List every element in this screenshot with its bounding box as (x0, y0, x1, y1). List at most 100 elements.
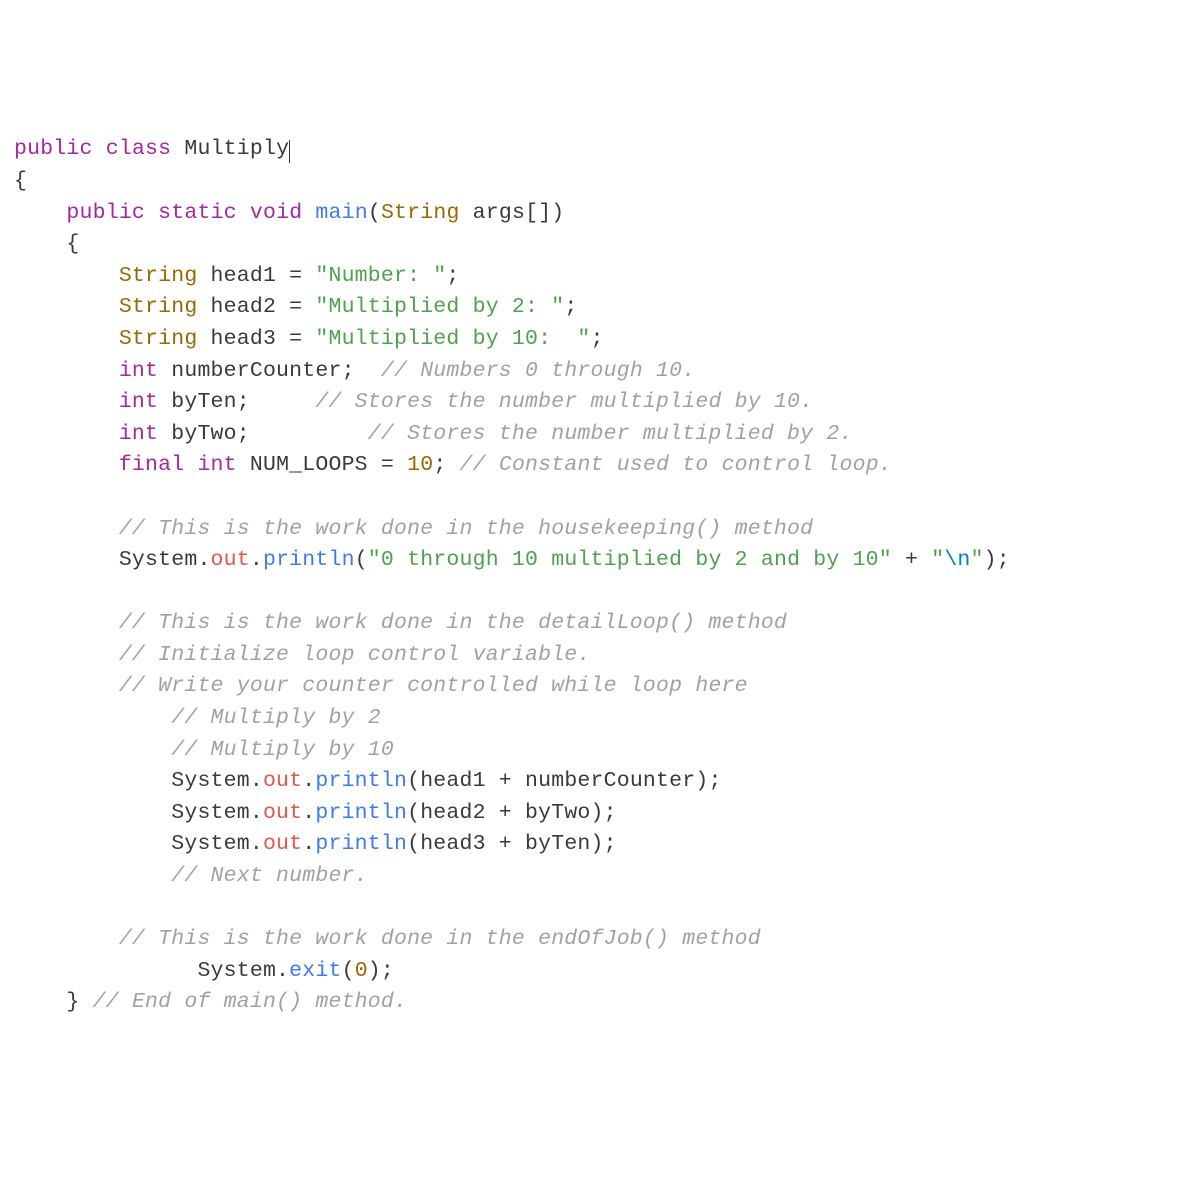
comment: // Stores the number multiplied by 2. (368, 422, 853, 446)
system: System. (171, 769, 263, 793)
method-main: main (315, 201, 367, 225)
comment: // Initialize loop control variable. (119, 643, 591, 667)
var-head2: head2 = (197, 295, 315, 319)
indent (14, 674, 119, 698)
keyword-final: final (119, 453, 185, 477)
comment: // Next number. (171, 864, 368, 888)
comment: // Numbers 0 through 10. (381, 359, 695, 383)
semi: ; (564, 295, 577, 319)
out-field: out (263, 769, 302, 793)
indent (14, 706, 171, 730)
indent (14, 738, 171, 762)
keyword-class: class (106, 137, 172, 161)
escape-newline: \n (944, 548, 970, 572)
text-cursor (289, 140, 290, 164)
keyword-static: static (158, 201, 237, 225)
comment: // Constant used to control loop. (460, 453, 892, 477)
indent (14, 327, 119, 351)
paren: ); (984, 548, 1010, 572)
semi: ; (446, 264, 459, 288)
type-string: String (119, 264, 198, 288)
keyword-int: int (119, 390, 158, 414)
string-quote: " (971, 548, 984, 572)
dot: . (250, 548, 263, 572)
comment: // This is the work done in the endOfJob… (119, 927, 761, 951)
system: System. (119, 548, 211, 572)
semi: ; (433, 453, 459, 477)
println-args: (head2 + byTwo); (407, 801, 617, 825)
keyword-void: void (250, 201, 302, 225)
type-string: String (119, 295, 198, 319)
keyword-int: int (119, 359, 158, 383)
out-field: out (211, 548, 250, 572)
out-field: out (263, 801, 302, 825)
dot: . (302, 801, 315, 825)
number-literal: 10 (407, 453, 433, 477)
println-args: (head3 + byTen); (407, 832, 617, 856)
number-literal: 0 (355, 959, 368, 983)
var-head3: head3 = (197, 327, 315, 351)
var-by-two: byTwo; (158, 422, 368, 446)
code-editor[interactable]: public class Multiply { public static vo… (14, 134, 1200, 1019)
println-call: println (263, 548, 355, 572)
println-call: println (315, 832, 407, 856)
indent (14, 422, 119, 446)
system: System. (171, 832, 263, 856)
comment: // This is the work done in the housekee… (119, 517, 813, 541)
paren: ( (355, 548, 368, 572)
indent (14, 264, 119, 288)
comment: // Multiply by 10 (171, 738, 394, 762)
indent (14, 359, 119, 383)
keyword-int: int (197, 453, 236, 477)
class-name: Multiply (184, 137, 289, 161)
comment: // Multiply by 2 (171, 706, 381, 730)
indent (14, 548, 119, 572)
keyword-int: int (119, 422, 158, 446)
var-by-ten: byTen; (158, 390, 315, 414)
indent (14, 517, 119, 541)
indent (14, 801, 171, 825)
comment: // Write your counter controlled while l… (119, 674, 748, 698)
indent (14, 295, 119, 319)
type-string: String (381, 201, 460, 225)
indent (14, 232, 66, 256)
indent (14, 390, 119, 414)
exit-call: exit (289, 959, 341, 983)
string-quote: " (931, 548, 944, 572)
brace-open: { (14, 169, 27, 193)
comment: // This is the work done in the detailLo… (119, 611, 787, 635)
dot: . (302, 832, 315, 856)
indent (14, 453, 119, 477)
println-args: (head1 + numberCounter); (407, 769, 721, 793)
system: System. (171, 801, 263, 825)
string-literal: "0 through 10 multiplied by 2 and by 10" (368, 548, 892, 572)
const-num-loops: NUM_LOOPS = (237, 453, 407, 477)
out-field: out (263, 832, 302, 856)
indent (14, 959, 197, 983)
semi: ; (591, 327, 604, 351)
param-args: args[] (460, 201, 552, 225)
indent (14, 864, 171, 888)
string-literal: "Multiplied by 10: " (315, 327, 590, 351)
string-literal: "Multiplied by 2: " (315, 295, 564, 319)
println-call: println (315, 801, 407, 825)
keyword-public: public (66, 201, 145, 225)
var-number-counter: numberCounter; (158, 359, 381, 383)
indent (14, 643, 119, 667)
dot: . (302, 769, 315, 793)
plus: + (892, 548, 931, 572)
brace-open: { (66, 232, 79, 256)
type-string: String (119, 327, 198, 351)
comment: // End of main() method. (93, 990, 407, 1014)
string-literal: "Number: " (315, 264, 446, 288)
indent (14, 769, 171, 793)
paren: ( (368, 201, 381, 225)
paren: ) (551, 201, 564, 225)
brace-close: } (66, 990, 92, 1014)
paren: ); (368, 959, 394, 983)
paren: ( (342, 959, 355, 983)
var-head1: head1 = (197, 264, 315, 288)
comment: // Stores the number multiplied by 10. (315, 390, 813, 414)
keyword-public: public (14, 137, 93, 161)
system: System. (197, 959, 289, 983)
